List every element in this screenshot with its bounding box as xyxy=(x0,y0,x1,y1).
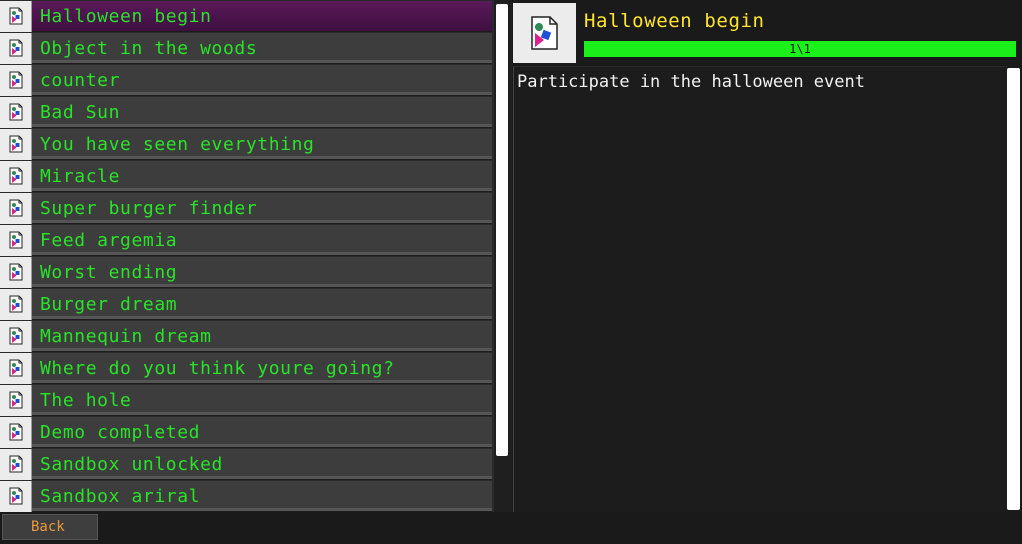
achievement-label: Worst ending xyxy=(40,262,178,283)
row-divider xyxy=(32,348,492,351)
achievement-row[interactable]: Feed argemia xyxy=(0,225,492,256)
missing-image-icon xyxy=(0,257,32,288)
missing-image-icon xyxy=(0,449,32,480)
achievement-label: counter xyxy=(40,70,121,91)
achievement-label: Feed argemia xyxy=(40,230,178,251)
achievement-row[interactable]: Super burger finder xyxy=(0,193,492,224)
achievement-row[interactable]: Demo completed xyxy=(0,417,492,448)
achievement-label: Super burger finder xyxy=(40,198,258,219)
missing-image-icon xyxy=(531,16,558,50)
missing-image-icon xyxy=(0,33,32,64)
missing-image-icon xyxy=(0,65,32,96)
row-divider xyxy=(32,252,492,255)
row-divider xyxy=(32,60,492,63)
row-divider xyxy=(32,316,492,319)
achievement-label: Mannequin dream xyxy=(40,326,212,347)
achievement-label: Burger dream xyxy=(40,294,178,315)
missing-image-icon xyxy=(0,97,32,128)
list-scrollbar-thumb[interactable] xyxy=(496,4,508,456)
achievement-row[interactable]: Worst ending xyxy=(0,257,492,288)
back-button[interactable]: Back xyxy=(2,514,98,540)
row-divider xyxy=(32,284,492,287)
achievement-label: Sandbox unlocked xyxy=(40,454,223,475)
row-divider xyxy=(32,476,492,479)
detail-icon xyxy=(513,3,576,63)
missing-image-icon xyxy=(0,353,32,384)
achievement-row[interactable]: Where do you think youre going? xyxy=(0,353,492,384)
missing-image-icon xyxy=(0,417,32,448)
missing-image-icon xyxy=(0,321,32,352)
missing-image-icon xyxy=(0,225,32,256)
row-divider xyxy=(32,92,492,95)
progress-bar: 1\1 xyxy=(584,41,1016,57)
achievement-row[interactable]: Bad Sun xyxy=(0,97,492,128)
missing-image-icon xyxy=(0,1,32,32)
missing-image-icon xyxy=(0,289,32,320)
bottom-bar: Back xyxy=(0,512,1022,544)
achievement-label: Demo completed xyxy=(40,422,201,443)
achievement-label: Where do you think youre going? xyxy=(40,358,395,379)
achievement-row[interactable]: counter xyxy=(0,65,492,96)
row-divider xyxy=(32,380,492,383)
achievement-row[interactable]: Halloween begin xyxy=(0,1,492,32)
missing-image-icon xyxy=(0,161,32,192)
achievement-row[interactable]: Miracle xyxy=(0,161,492,192)
missing-image-icon xyxy=(0,385,32,416)
achievement-label: You have seen everything xyxy=(40,134,315,155)
description-text: Participate in the halloween event xyxy=(517,72,865,92)
achievement-row[interactable]: You have seen everything xyxy=(0,129,492,160)
row-divider xyxy=(32,156,492,159)
achievement-row[interactable]: Sandbox unlocked xyxy=(0,449,492,480)
achievement-label: Object in the woods xyxy=(40,38,258,59)
achievement-label: Halloween begin xyxy=(40,6,212,27)
missing-image-icon xyxy=(0,481,32,512)
achievement-label: Bad Sun xyxy=(40,102,121,123)
row-divider xyxy=(32,508,492,511)
achievement-row[interactable]: Burger dream xyxy=(0,289,492,320)
list-scrollbar[interactable] xyxy=(494,0,512,512)
missing-image-icon xyxy=(0,129,32,160)
row-divider xyxy=(32,412,492,415)
row-divider xyxy=(32,188,492,191)
achievement-row[interactable]: Sandbox ariral xyxy=(0,481,492,512)
achievement-label: Sandbox ariral xyxy=(40,486,201,507)
row-divider xyxy=(32,124,492,127)
row-divider xyxy=(32,444,492,447)
description-scrollbar[interactable] xyxy=(1007,68,1020,510)
achievement-list: Halloween begin Object in the woods counte… xyxy=(0,0,494,512)
achievement-row[interactable]: Mannequin dream xyxy=(0,321,492,352)
achievement-row[interactable]: The hole xyxy=(0,385,492,416)
missing-image-icon xyxy=(0,193,32,224)
description-panel: Participate in the halloween event xyxy=(513,66,1007,512)
detail-title: Halloween begin xyxy=(584,10,765,32)
achievement-label: The hole xyxy=(40,390,132,411)
achievement-label: Miracle xyxy=(40,166,121,187)
row-divider xyxy=(32,220,492,223)
achievement-row[interactable]: Object in the woods xyxy=(0,33,492,64)
progress-text: 1\1 xyxy=(789,42,811,56)
